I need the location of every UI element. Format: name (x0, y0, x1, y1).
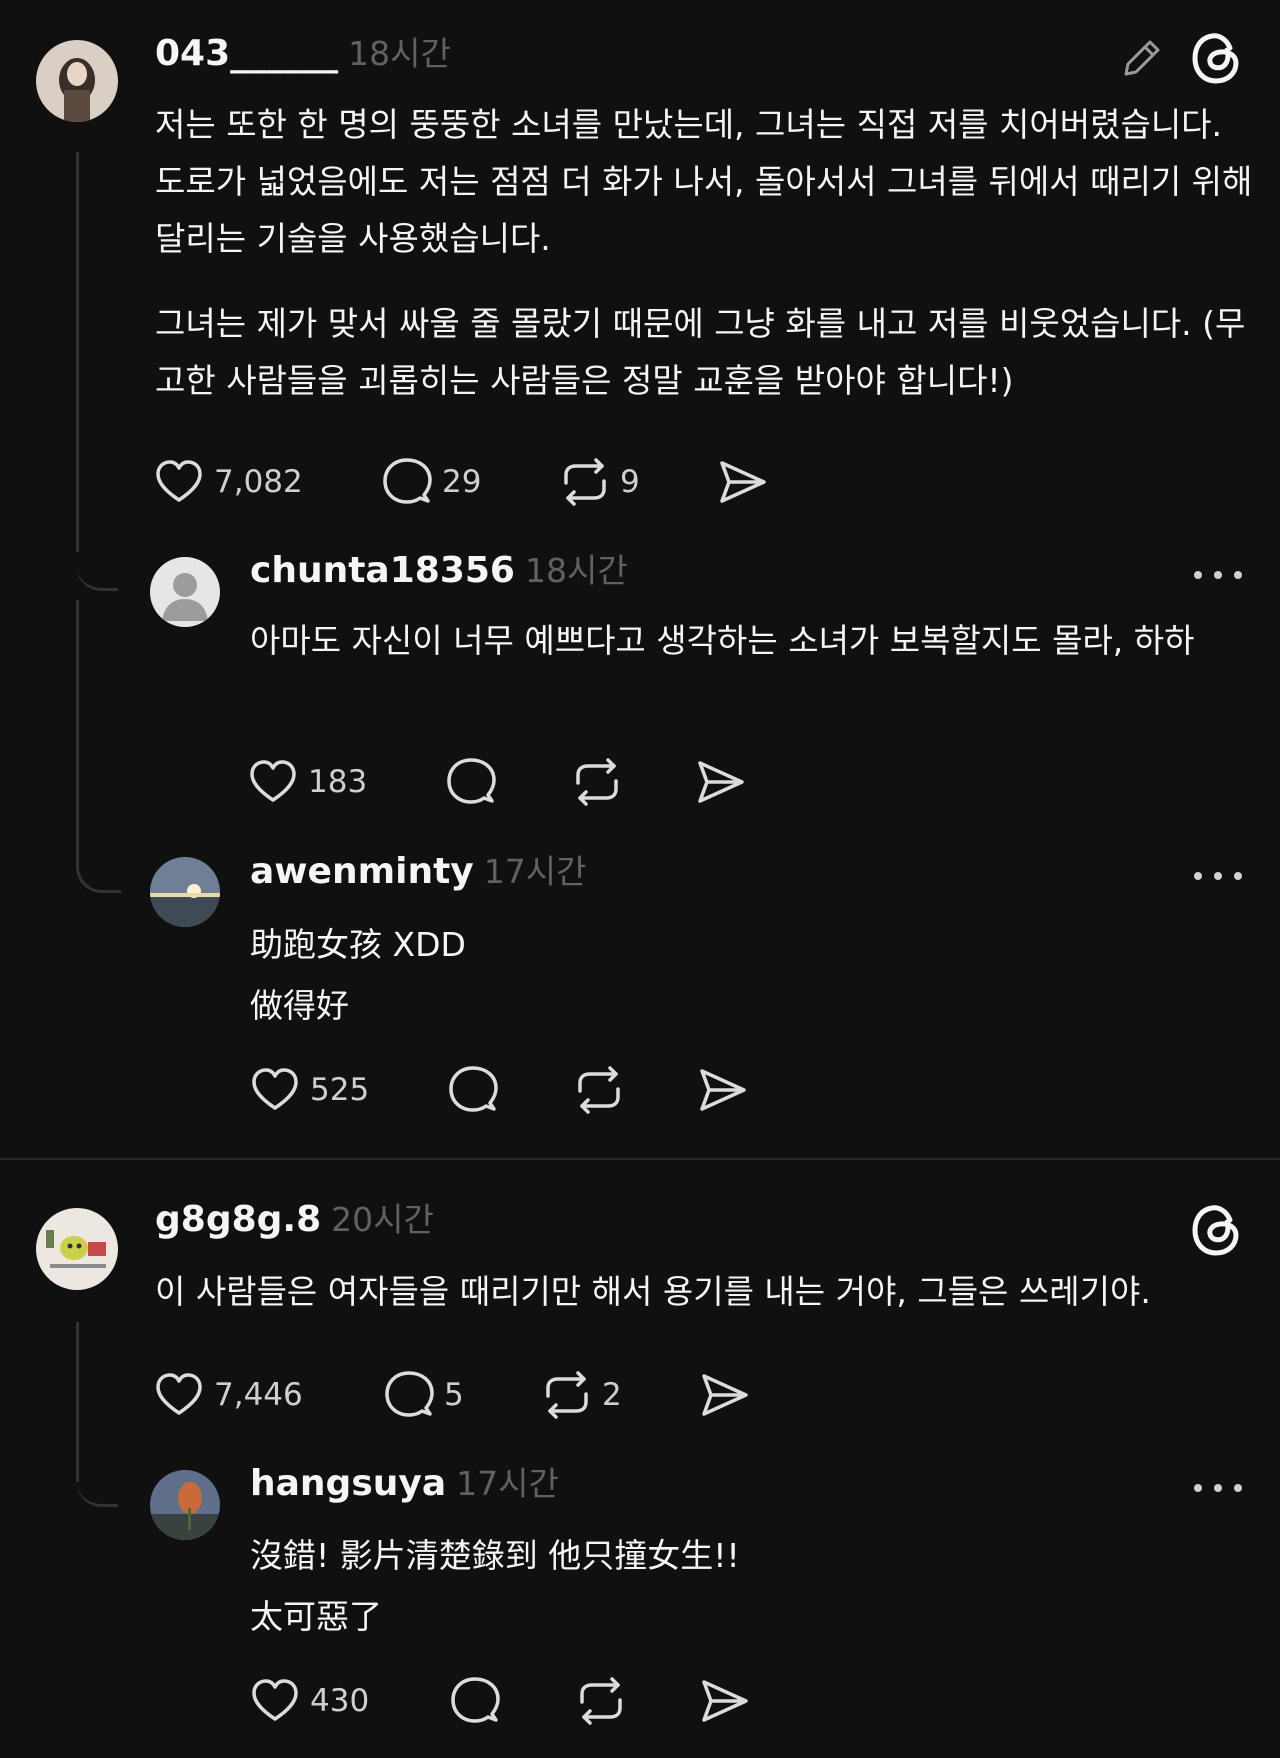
comment-icon (447, 758, 496, 804)
repost-button[interactable] (574, 1673, 628, 1729)
share-button[interactable] (698, 1673, 752, 1729)
avatar[interactable] (150, 1470, 220, 1540)
avatar[interactable] (150, 857, 220, 927)
repost-count: 2 (602, 1377, 622, 1413)
heart-icon (252, 1068, 298, 1110)
reply-button[interactable]: 29 (380, 454, 481, 510)
thread-connector (76, 600, 121, 893)
reply-button[interactable] (448, 1673, 502, 1729)
avatar[interactable] (150, 557, 220, 627)
share-button[interactable] (698, 1367, 752, 1423)
like-count: 7,446 (214, 1377, 303, 1413)
like-button[interactable]: 7,446 (152, 1367, 303, 1423)
post-username[interactable]: 043______ 18시간 (155, 32, 451, 76)
reply-button[interactable]: 5 (382, 1367, 464, 1423)
share-button[interactable] (696, 1062, 750, 1118)
post-time: 20시간 (331, 1200, 434, 1239)
post-body: 저는 또한 한 명의 뚱뚱한 소녀를 만났는데, 그녀는 직접 저를 치어버렸습… (155, 105, 1253, 400)
send-icon (700, 1069, 746, 1111)
like-button[interactable]: 7,082 (152, 454, 303, 510)
reply-time: 17시간 (483, 852, 587, 891)
like-count: 525 (310, 1072, 370, 1108)
comment-icon (383, 458, 432, 504)
repost-button[interactable] (570, 754, 624, 810)
reply-body: 沒錯! 影片清楚錄到 他只撞女生!! 太可惡了 (250, 1536, 740, 1636)
thread-connector (76, 1446, 118, 1507)
send-icon (702, 1374, 748, 1416)
repost-icon (580, 1677, 622, 1725)
thread-line (76, 152, 79, 552)
like-count: 430 (310, 1683, 370, 1719)
like-count: 7,082 (214, 464, 303, 500)
more-options-icon[interactable] (1194, 864, 1242, 888)
reply-time: 17시간 (456, 1464, 559, 1503)
comment-icon (385, 1371, 434, 1417)
post-time: 18시간 (348, 34, 451, 73)
reply-time: 18시간 (524, 551, 628, 590)
avatar[interactable] (36, 1208, 118, 1290)
repost-button[interactable]: 9 (558, 454, 640, 510)
post-body: 이 사람들은 여자들을 때리기만 해서 용기를 내는 거야, 그들은 쓰레기야. (155, 1272, 1151, 1311)
more-options-icon[interactable] (1194, 1476, 1242, 1500)
reply-count: 29 (442, 464, 482, 500)
heart-icon (250, 760, 296, 802)
reply-body: 助跑女孩 XDD 做得好 (250, 925, 466, 1025)
more-options-icon[interactable] (1194, 563, 1242, 587)
like-count: 183 (308, 764, 368, 800)
comment-icon (451, 1677, 500, 1723)
send-icon (698, 761, 744, 803)
repost-icon (564, 458, 606, 506)
reply-count: 5 (444, 1377, 464, 1413)
reply-body: 아마도 자신이 너무 예쁘다고 생각하는 소녀가 보복할지도 몰라, 하하 (250, 621, 1195, 660)
heart-icon (156, 460, 202, 502)
repost-button[interactable]: 2 (540, 1367, 622, 1423)
avatar[interactable] (36, 40, 118, 122)
repost-icon (576, 758, 618, 806)
share-button[interactable] (694, 754, 748, 810)
reply-username[interactable]: awenminty 17시간 (250, 850, 586, 894)
reply-button[interactable] (446, 1062, 500, 1118)
reply-username[interactable]: chunta18356 18시간 (250, 549, 628, 593)
thread-connector (76, 540, 118, 591)
share-button[interactable] (716, 454, 770, 510)
heart-icon (252, 1679, 298, 1721)
edit-icon[interactable] (1118, 34, 1166, 82)
repost-button[interactable] (572, 1062, 626, 1118)
post-divider (0, 1158, 1280, 1160)
comment-icon (449, 1066, 498, 1112)
send-icon (702, 1680, 748, 1722)
reply-button[interactable] (444, 754, 498, 810)
repost-icon (578, 1066, 620, 1114)
threads-logo-icon[interactable] (1190, 1202, 1242, 1258)
like-button[interactable]: 525 (248, 1062, 369, 1118)
repost-count: 9 (620, 464, 640, 500)
repost-icon (546, 1371, 588, 1419)
reply-username[interactable]: hangsuya 17시간 (250, 1462, 559, 1506)
threads-logo-icon[interactable] (1190, 30, 1242, 86)
heart-icon (156, 1373, 202, 1415)
like-button[interactable]: 183 (246, 754, 367, 810)
post-username[interactable]: g8g8g.8 20시간 (155, 1198, 434, 1242)
like-button[interactable]: 430 (248, 1673, 369, 1729)
send-icon (720, 461, 766, 503)
